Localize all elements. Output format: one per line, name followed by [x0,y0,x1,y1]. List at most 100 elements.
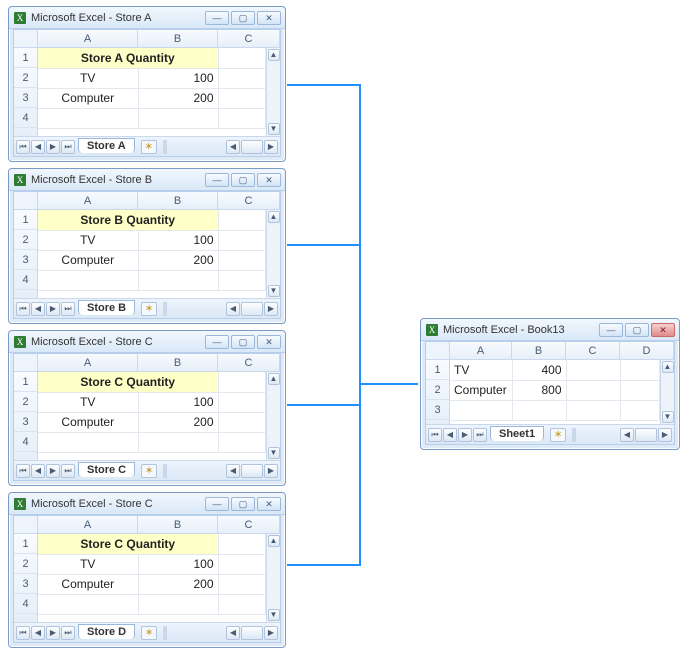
grid-cells[interactable]: Store A Quantity TV100 Computer200 [38,48,266,136]
cell[interactable] [218,68,265,88]
col-header[interactable]: D [620,342,674,359]
sheet-tab[interactable]: Store B [78,300,135,315]
row-header[interactable]: 3 [14,88,37,108]
row-header[interactable]: 1 [14,372,37,392]
close-button[interactable]: ✕ [257,335,281,349]
scroll-right-icon[interactable]: ▶ [264,140,278,154]
vertical-scrollbar[interactable]: ▲ ▼ [266,372,280,460]
column-headers[interactable]: A B C [14,192,280,210]
cell[interactable]: 200 [138,250,218,270]
cell[interactable] [218,210,266,230]
cell[interactable] [218,534,266,554]
maximize-button[interactable]: ▢ [231,497,255,511]
row-header[interactable]: 4 [14,594,37,614]
row-header[interactable]: 1 [14,210,37,230]
tab-nav-prev-icon[interactable]: ◀ [31,464,45,478]
scroll-right-icon[interactable]: ▶ [658,428,672,442]
column-headers[interactable]: A B C [14,354,280,372]
tab-splitter[interactable] [163,464,167,478]
scroll-up-icon[interactable]: ▲ [268,211,280,223]
sheet-tab[interactable]: Sheet1 [490,426,544,441]
scroll-down-icon[interactable]: ▼ [662,411,674,423]
horizontal-scrollbar[interactable]: ◀ ▶ [578,428,672,442]
col-header[interactable]: C [566,342,620,359]
titlebar[interactable]: X Microsoft Excel - Store A — ▢ ✕ [9,7,285,29]
titlebar[interactable]: X Microsoft Excel - Book13 — ▢ ✕ [421,319,679,341]
cell[interactable]: Computer [38,88,138,108]
vertical-scrollbar[interactable]: ▲ ▼ [266,210,280,298]
tab-nav-first-icon[interactable]: ⏮ [16,626,30,640]
select-all-corner[interactable] [14,192,38,209]
tab-nav-first-icon[interactable]: ⏮ [16,464,30,478]
cell[interactable] [218,432,266,452]
cell[interactable] [138,432,218,452]
col-header[interactable]: A [38,516,138,533]
cell[interactable] [620,400,660,420]
tab-nav-first-icon[interactable]: ⏮ [16,302,30,316]
tab-splitter[interactable] [163,626,167,640]
row-headers[interactable]: 1 2 3 4 [14,48,38,136]
maximize-button[interactable]: ▢ [231,335,255,349]
column-headers[interactable]: A B C [14,516,280,534]
cell[interactable] [138,108,218,128]
col-header[interactable]: C [218,30,280,47]
horizontal-scrollbar[interactable]: ◀ ▶ [169,626,278,640]
select-all-corner[interactable] [14,354,38,371]
cell[interactable] [218,372,266,392]
tab-nav-last-icon[interactable]: ⏭ [61,626,75,640]
tab-nav-first-icon[interactable]: ⏮ [428,428,442,442]
cell[interactable] [218,392,266,412]
select-all-corner[interactable] [14,516,38,533]
row-header[interactable]: 2 [14,392,37,412]
cell[interactable] [218,554,266,574]
cell[interactable] [38,108,138,128]
maximize-button[interactable]: ▢ [231,173,255,187]
sheet-tab[interactable]: Store A [78,138,135,153]
new-sheet-icon[interactable]: ✶ [141,302,157,316]
merged-header-cell[interactable]: Store A Quantity [38,48,218,68]
new-sheet-icon[interactable]: ✶ [141,464,157,478]
merged-header-cell[interactable]: Store B Quantity [38,210,218,230]
tab-nav-next-icon[interactable]: ▶ [46,464,60,478]
row-header[interactable]: 1 [14,534,37,554]
tab-nav-last-icon[interactable]: ⏭ [61,140,75,154]
grid-cells[interactable]: Store C Quantity TV100 Computer200 [38,372,266,460]
row-header[interactable]: 4 [14,432,37,452]
cell[interactable]: 100 [138,230,218,250]
cell[interactable]: Computer [38,574,138,594]
titlebar[interactable]: X Microsoft Excel - Store C — ▢ ✕ [9,331,285,353]
select-all-corner[interactable] [14,30,38,47]
cell[interactable] [218,250,266,270]
cell[interactable] [38,270,138,290]
cell[interactable]: Computer [38,250,138,270]
cell[interactable]: 800 [512,380,566,400]
cell[interactable] [450,400,512,420]
titlebar[interactable]: X Microsoft Excel - Store B — ▢ ✕ [9,169,285,191]
cell[interactable] [218,412,266,432]
close-button[interactable]: ✕ [257,173,281,187]
col-header[interactable]: B [512,342,566,359]
row-header[interactable]: 4 [14,270,37,290]
merged-header-cell[interactable]: Store C Quantity [38,534,218,554]
tab-nav-next-icon[interactable]: ▶ [46,302,60,316]
scroll-right-icon[interactable]: ▶ [264,302,278,316]
tab-splitter[interactable] [572,428,576,442]
titlebar[interactable]: X Microsoft Excel - Store C — ▢ ✕ [9,493,285,515]
cell[interactable] [218,230,266,250]
column-headers[interactable]: A B C [14,30,280,48]
new-sheet-icon[interactable]: ✶ [141,626,157,640]
col-header[interactable]: A [38,30,138,47]
tab-nav-prev-icon[interactable]: ◀ [31,302,45,316]
row-header[interactable]: 2 [14,230,37,250]
cell[interactable]: TV [38,230,138,250]
row-headers[interactable]: 1 2 3 4 [14,534,38,622]
row-headers[interactable]: 1 2 3 [426,360,450,424]
scroll-down-icon[interactable]: ▼ [268,447,280,459]
cell[interactable]: 400 [512,360,566,380]
merged-header-cell[interactable]: Store C Quantity [38,372,218,392]
row-header[interactable]: 2 [426,380,449,400]
scroll-left-icon[interactable]: ◀ [226,464,240,478]
cell[interactable] [218,270,266,290]
col-header[interactable]: B [138,30,218,47]
maximize-button[interactable]: ▢ [625,323,649,337]
